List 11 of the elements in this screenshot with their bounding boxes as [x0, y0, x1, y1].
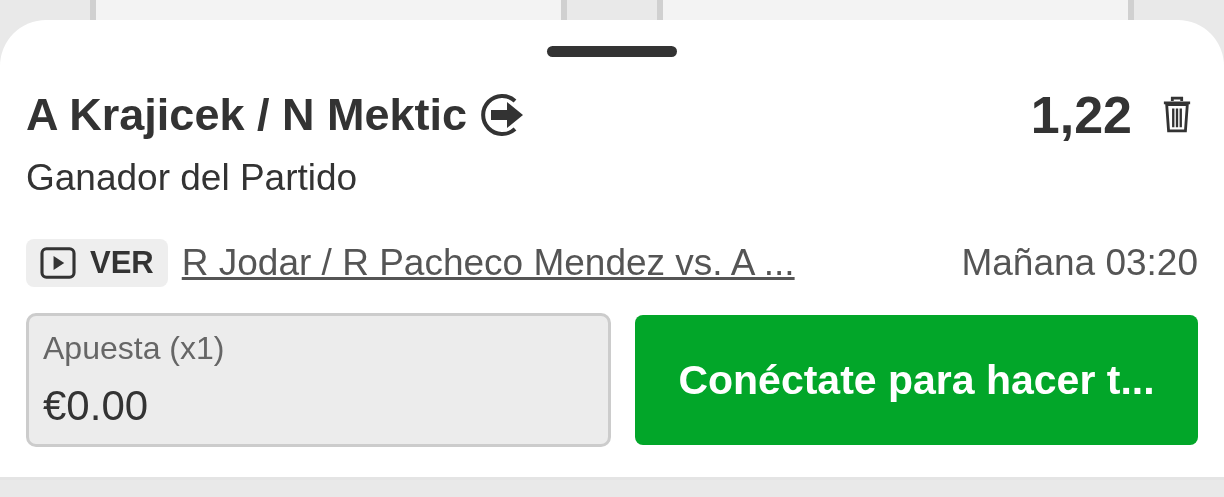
stake-value: €0.00	[43, 382, 150, 430]
event-link[interactable]: R Jodar / R Pacheco Mendez vs. A ...	[181, 242, 795, 284]
event-time: Mañana 03:20	[961, 242, 1198, 284]
stake-field[interactable]: Apuesta (x1) €0.00	[26, 313, 611, 447]
odds-value: 1,22	[1030, 85, 1132, 145]
selection-name: A Krajicek / N Mektic	[26, 89, 467, 141]
play-icon	[40, 247, 76, 279]
watch-button[interactable]: VER	[26, 239, 168, 287]
trash-icon[interactable]	[1162, 96, 1192, 134]
drag-handle[interactable]	[547, 46, 677, 57]
market-label: Ganador del Partido	[26, 157, 359, 199]
